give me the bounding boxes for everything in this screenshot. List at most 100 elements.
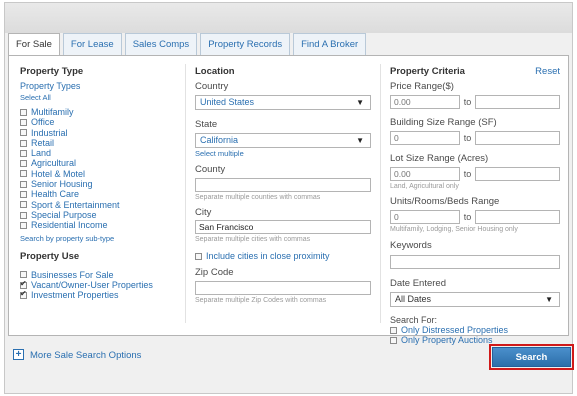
- checkbox-label: Land: [31, 148, 52, 159]
- list-item[interactable]: Residential Income: [20, 220, 185, 230]
- building-max-input[interactable]: [475, 131, 560, 145]
- units-hint: Multifamily, Lodging, Senior Housing onl…: [390, 226, 518, 233]
- list-item[interactable]: Office: [20, 117, 185, 127]
- more-options-link[interactable]: More Sale Search Options: [30, 350, 141, 361]
- list-item[interactable]: Investment Properties: [20, 289, 185, 301]
- property-use-list: Businesses For Sale Vacant/Owner-User Pr…: [20, 270, 185, 301]
- lot-label: Lot Size Range (Acres): [390, 153, 489, 164]
- list-item[interactable]: Only Distressed Properties: [390, 325, 560, 335]
- checkbox-label: Multifamily: [31, 107, 74, 117]
- lot-min-input[interactable]: [390, 167, 460, 181]
- checkbox-label: Retail: [31, 137, 55, 148]
- price-range: to: [390, 95, 560, 109]
- tab-find-a-broker[interactable]: Find A Broker: [293, 33, 367, 55]
- checkbox-label: Special Purpose: [31, 209, 97, 220]
- price-max-input[interactable]: [475, 95, 560, 109]
- tab-for-sale[interactable]: For Sale: [8, 33, 60, 56]
- lot-hint: Land, Agricultural only: [390, 183, 459, 190]
- country-select[interactable]: United States ▼: [195, 95, 371, 110]
- list-item[interactable]: Senior Housing: [20, 179, 185, 189]
- reset-link[interactable]: Reset: [535, 66, 560, 77]
- checkbox-label: Senior Housing: [31, 179, 93, 190]
- checkbox[interactable]: [20, 271, 27, 279]
- lot-max-input[interactable]: [475, 167, 560, 181]
- state-label: State: [195, 119, 218, 130]
- column-divider: [380, 64, 381, 323]
- search-panel: Property Type Property Types Select All …: [8, 55, 569, 345]
- location-column: Location Country United States ▼ State C…: [195, 66, 371, 304]
- checkbox-label: Investment Properties: [31, 290, 119, 301]
- tab-for-lease[interactable]: For Lease: [62, 33, 122, 55]
- tab-sales-comps[interactable]: Sales Comps: [124, 33, 198, 55]
- checkbox[interactable]: [195, 252, 202, 260]
- keywords-label: Keywords: [390, 240, 432, 251]
- subtype-search-link[interactable]: Search by property sub-type: [20, 234, 185, 243]
- checkbox[interactable]: [20, 201, 27, 209]
- proximity-label: Include cities in close proximity: [206, 251, 330, 261]
- city-input[interactable]: [195, 220, 371, 234]
- list-item[interactable]: Multifamily: [20, 107, 185, 117]
- checkbox[interactable]: [20, 149, 27, 157]
- search-for-label: Search For:: [390, 315, 438, 325]
- date-entered-select[interactable]: All Dates ▼: [390, 292, 560, 307]
- list-item[interactable]: Hotel & Motel: [20, 169, 185, 179]
- date-entered-value: All Dates: [395, 294, 432, 304]
- units-min-input[interactable]: [390, 210, 460, 224]
- country-label: Country: [195, 81, 229, 92]
- checkbox-label: Health Care: [31, 189, 80, 200]
- checkbox-label: Office: [31, 117, 55, 128]
- checkbox-label: Industrial: [31, 127, 68, 138]
- checkbox[interactable]: [20, 221, 27, 229]
- list-item[interactable]: Sport & Entertainment: [20, 200, 185, 210]
- zip-input[interactable]: [195, 281, 371, 296]
- checkbox[interactable]: [20, 160, 27, 168]
- checkbox[interactable]: [20, 279, 27, 289]
- checkbox[interactable]: [390, 326, 397, 334]
- checkbox-label: Sport & Entertainment: [31, 199, 120, 210]
- price-min-input[interactable]: [390, 95, 460, 109]
- zip-hint: Separate multiple Zip Codes with commas: [195, 297, 327, 305]
- keywords-input[interactable]: [390, 255, 560, 269]
- checkbox[interactable]: [20, 289, 27, 299]
- units-max-input[interactable]: [475, 210, 560, 224]
- list-item[interactable]: Agricultural: [20, 158, 185, 168]
- to-label: to: [463, 169, 472, 179]
- select-all-link[interactable]: Select All: [20, 93, 185, 102]
- list-item[interactable]: Businesses For Sale: [20, 270, 185, 280]
- county-input[interactable]: [195, 178, 371, 192]
- checkbox[interactable]: [20, 191, 27, 199]
- price-label: Price Range($): [390, 81, 454, 92]
- state-select[interactable]: California ▼: [195, 133, 371, 148]
- list-item[interactable]: Industrial: [20, 128, 185, 138]
- to-label: to: [463, 97, 472, 107]
- county-label: County: [195, 164, 226, 175]
- select-multiple-link[interactable]: Select multiple: [195, 149, 371, 158]
- checkbox[interactable]: [20, 118, 27, 126]
- city-label: City: [195, 207, 212, 218]
- top-bar: [5, 3, 572, 33]
- checkbox-label: Hotel & Motel: [31, 168, 86, 179]
- checkbox[interactable]: [390, 336, 397, 344]
- property-type-column: Property Type Property Types Select All …: [20, 66, 185, 300]
- list-item[interactable]: Special Purpose: [20, 210, 185, 220]
- checkbox-label: Residential Income: [31, 220, 108, 231]
- checkbox[interactable]: [20, 108, 27, 116]
- list-item[interactable]: Land: [20, 148, 185, 158]
- property-type-list: Multifamily Office Industrial Retail Lan…: [20, 107, 185, 231]
- list-item[interactable]: Vacant/Owner-User Properties: [20, 279, 185, 290]
- plus-icon[interactable]: +: [13, 349, 24, 360]
- to-label: to: [463, 212, 472, 222]
- checkbox[interactable]: [20, 170, 27, 178]
- checkbox[interactable]: [20, 180, 27, 188]
- checkbox[interactable]: [20, 139, 27, 147]
- to-label: to: [463, 133, 472, 143]
- building-min-input[interactable]: [390, 131, 460, 145]
- column-divider: [185, 64, 186, 323]
- list-item[interactable]: Retail: [20, 138, 185, 148]
- checkbox[interactable]: [20, 129, 27, 137]
- checkbox[interactable]: [20, 211, 27, 219]
- list-item[interactable]: Health Care: [20, 189, 185, 199]
- tab-property-records[interactable]: Property Records: [200, 33, 291, 55]
- search-button[interactable]: Search: [492, 347, 571, 367]
- proximity-option[interactable]: Include cities in close proximity: [195, 251, 371, 261]
